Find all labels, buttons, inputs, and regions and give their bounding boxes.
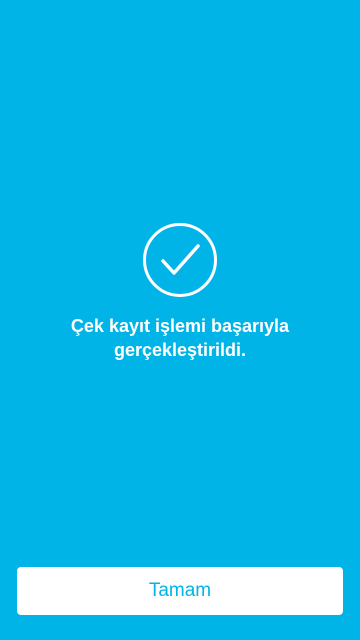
ok-button[interactable]: Tamam <box>17 567 343 615</box>
check-circle-icon <box>142 222 218 298</box>
success-screen: Çek kayıt işlemi başarıyla gerçekleştiri… <box>0 0 360 640</box>
success-message: Çek kayıt işlemi başarıyla gerçekleştiri… <box>70 316 290 360</box>
